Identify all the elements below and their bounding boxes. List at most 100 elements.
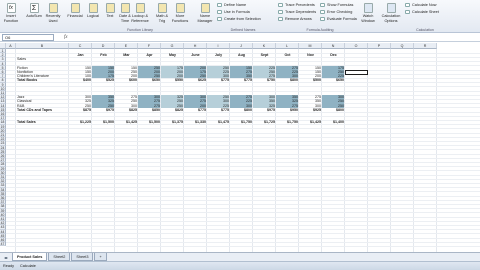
ribbon-button-autosum[interactable]: Σ AutoSum bbox=[25, 3, 43, 19]
column-header-J[interactable]: J bbox=[230, 43, 253, 49]
ribbon-button-more-functions[interactable]: More Functions bbox=[171, 3, 189, 23]
data-cell[interactable]: $775 bbox=[184, 108, 207, 112]
column-header-Q[interactable]: Q bbox=[391, 43, 414, 49]
month-header[interactable]: Oct bbox=[276, 53, 299, 57]
month-header[interactable]: Apr bbox=[138, 53, 161, 57]
defined-names-define-name[interactable]: Define Name bbox=[217, 3, 246, 7]
data-cell[interactable]: $600 bbox=[115, 78, 138, 82]
month-header[interactable]: Dec bbox=[322, 53, 345, 57]
spreadsheet-grid[interactable]: A B C D E F G H I J K L M N O P Q R 1 2 3 4 5 6 7 8 9 10 11 12 13 14 15 1… bbox=[0, 43, 480, 252]
data-cell[interactable]: $825 bbox=[161, 108, 184, 112]
defined-names-use-in-formula[interactable]: Use in Formula bbox=[217, 10, 250, 14]
month-header[interactable]: Feb bbox=[92, 53, 115, 57]
data-cell[interactable]: $1,375 bbox=[161, 120, 184, 124]
month-header[interactable]: May bbox=[161, 53, 184, 57]
data-cell[interactable]: $850 bbox=[138, 108, 161, 112]
sheet-tab-product-sales[interactable]: Product Sales bbox=[12, 253, 48, 261]
data-cell[interactable]: $1,425 bbox=[115, 120, 138, 124]
month-header[interactable]: Aug bbox=[230, 53, 253, 57]
data-cell[interactable]: $1,750 bbox=[230, 120, 253, 124]
column-header-M[interactable]: M bbox=[299, 43, 322, 49]
data-cell[interactable]: $825 bbox=[115, 108, 138, 112]
data-cell[interactable]: $625 bbox=[184, 78, 207, 82]
data-cell[interactable]: $550 bbox=[161, 78, 184, 82]
ribbon-button-math-trig[interactable]: Math & Trig bbox=[153, 3, 171, 23]
data-cell[interactable]: $525 bbox=[92, 78, 115, 82]
month-header[interactable]: Nov bbox=[299, 53, 322, 57]
ribbon-button-recently-used[interactable]: Recently Used bbox=[44, 3, 62, 23]
ribbon-button-watch-window[interactable]: Watch Window bbox=[358, 3, 378, 23]
ribbon-button-name-manager[interactable]: Name Manager bbox=[196, 3, 214, 23]
data-cell[interactable]: $925 bbox=[299, 108, 322, 112]
month-header[interactable]: Jan bbox=[69, 53, 92, 57]
audit-trace-precedents[interactable]: Trace Precedents bbox=[278, 3, 315, 7]
data-cell[interactable]: $1,400 bbox=[322, 120, 345, 124]
ribbon-button-calculation-options[interactable]: Calculation Options bbox=[380, 3, 402, 23]
column-header-E[interactable]: E bbox=[115, 43, 138, 49]
data-cell[interactable]: $1,750 bbox=[276, 120, 299, 124]
column-header-N[interactable]: N bbox=[322, 43, 345, 49]
month-header[interactable]: June bbox=[184, 53, 207, 57]
column-header-F[interactable]: F bbox=[138, 43, 161, 49]
data-cell[interactable]: $775 bbox=[230, 78, 253, 82]
month-header[interactable]: July bbox=[207, 53, 230, 57]
ribbon-button-financial[interactable]: Financial bbox=[66, 3, 84, 19]
data-cell[interactable]: $800 bbox=[322, 108, 345, 112]
data-cell[interactable]: $1,225 bbox=[69, 120, 92, 124]
column-header-D[interactable]: D bbox=[92, 43, 115, 49]
audit-evaluate-formula[interactable]: Evaluate Formula bbox=[320, 17, 357, 21]
data-cell[interactable]: $1,500 bbox=[138, 120, 161, 124]
active-cell[interactable] bbox=[345, 70, 368, 75]
data-cell[interactable]: $800 bbox=[230, 108, 253, 112]
column-header-O[interactable]: O bbox=[345, 43, 368, 49]
calc-calculate-sheet[interactable]: Calculate Sheet bbox=[405, 10, 439, 14]
column-header-L[interactable]: L bbox=[276, 43, 299, 49]
ribbon-button-logical[interactable]: Logical bbox=[84, 3, 102, 19]
audit-show-formulas[interactable]: Show Formulas bbox=[320, 3, 353, 7]
data-cell[interactable]: $1,330 bbox=[184, 120, 207, 124]
column-header-B[interactable]: B bbox=[16, 43, 69, 49]
column-header-K[interactable]: K bbox=[253, 43, 276, 49]
audit-error-checking[interactable]: Error Checking bbox=[320, 10, 352, 14]
column-header-P[interactable]: P bbox=[368, 43, 391, 49]
ribbon-button-insert-function[interactable]: fx Insert Function bbox=[2, 3, 20, 23]
data-cell[interactable]: $875 bbox=[69, 108, 92, 112]
column-header-I[interactable]: I bbox=[207, 43, 230, 49]
month-header[interactable]: Sept bbox=[253, 53, 276, 57]
data-cell[interactable]: $1,725 bbox=[253, 120, 276, 124]
sheet-tab-sheet2[interactable]: Sheet2 bbox=[48, 253, 71, 261]
data-cell[interactable]: $650 bbox=[138, 78, 161, 82]
data-cell[interactable]: $400 bbox=[69, 78, 92, 82]
data-cell[interactable]: $750 bbox=[253, 78, 276, 82]
data-cell[interactable]: $775 bbox=[207, 108, 230, 112]
data-cell[interactable]: $1,500 bbox=[92, 120, 115, 124]
calc-calculate-now[interactable]: Calculate Now bbox=[405, 3, 436, 7]
row-label[interactable]: Total Books bbox=[17, 78, 37, 82]
column-header-C[interactable]: C bbox=[69, 43, 92, 49]
row-label[interactable]: Total Sales bbox=[17, 120, 36, 124]
data-cell[interactable]: $800 bbox=[276, 78, 299, 82]
data-cell[interactable]: $1,425 bbox=[299, 120, 322, 124]
insert-sheet-icon[interactable]: + bbox=[94, 253, 107, 261]
sheet-tab-sheet3[interactable]: Sheet3 bbox=[71, 253, 94, 261]
month-header[interactable]: Mar bbox=[115, 53, 138, 57]
row-label[interactable]: Total CDs and Tapes bbox=[17, 108, 52, 112]
column-header-H[interactable]: H bbox=[184, 43, 207, 49]
data-cell[interactable]: $775 bbox=[207, 78, 230, 82]
column-header-G[interactable]: G bbox=[161, 43, 184, 49]
tab-scroll-arrows-icon[interactable]: ◂▸ bbox=[0, 255, 12, 260]
audit-trace-dependents[interactable]: Trace Dependents bbox=[278, 10, 316, 14]
column-header-R[interactable]: R bbox=[414, 43, 437, 49]
data-cell[interactable]: $650 bbox=[322, 78, 345, 82]
audit-remove-arrows[interactable]: Remove Arrows bbox=[278, 17, 312, 21]
data-cell[interactable]: $1,475 bbox=[207, 120, 230, 124]
ribbon-button-lookup-reference[interactable]: Lookup & Reference bbox=[131, 3, 149, 23]
data-cell[interactable]: $975 bbox=[92, 108, 115, 112]
data-cell[interactable]: $500 bbox=[299, 78, 322, 82]
data-cell[interactable]: $950 bbox=[276, 108, 299, 112]
fx-icon[interactable]: fx bbox=[64, 35, 68, 40]
data-cell[interactable]: $975 bbox=[253, 108, 276, 112]
defined-names-create-from-selection[interactable]: Create from Selection bbox=[217, 17, 261, 21]
name-box[interactable]: O6 bbox=[2, 34, 54, 41]
row-label[interactable]: Sales bbox=[17, 57, 26, 61]
